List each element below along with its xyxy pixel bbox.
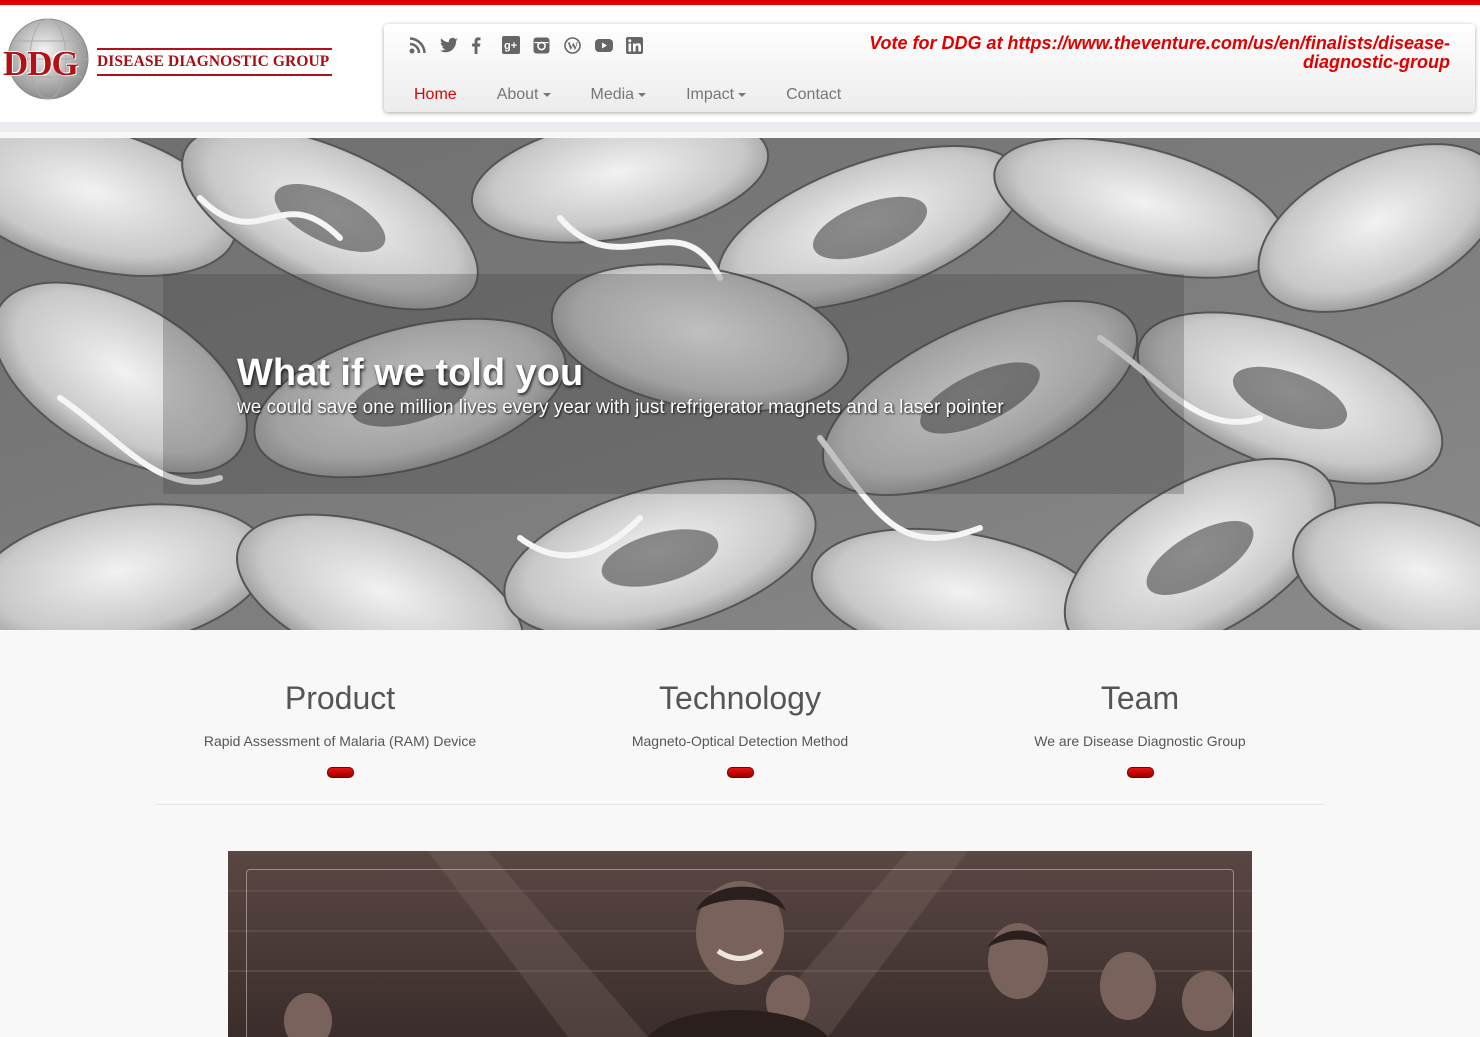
site-header: DDG DISEASE DIAGNOSTIC GROUP g+ W Vote f… — [0, 5, 1480, 123]
feature-more-button[interactable] — [326, 767, 354, 778]
feature-more-button[interactable] — [1126, 767, 1154, 778]
hero-banner: What if we told you we could save one mi… — [0, 138, 1480, 630]
menu-impact-label: Impact — [686, 86, 735, 103]
menu-about-label: About — [496, 86, 539, 103]
feature-more-button[interactable] — [726, 767, 754, 778]
logo-letters: DDG — [3, 44, 79, 83]
hero-title: What if we told you — [237, 352, 584, 394]
menu-media-label: Media — [590, 86, 635, 103]
vote-link[interactable]: Vote for DDG at https://www.theventure.c… — [830, 34, 1450, 72]
menu-contact[interactable]: Contact — [786, 86, 841, 104]
google-plus-icon[interactable]: g+ — [502, 35, 533, 55]
site-logo[interactable]: DDG DISEASE DIAGNOSTIC GROUP — [2, 17, 332, 101]
menu-media[interactable]: Media — [591, 86, 647, 104]
feature-technology: Technology Magneto-Optical Detection Met… — [540, 680, 940, 778]
facebook-icon[interactable] — [471, 35, 502, 55]
logo-rule-top — [97, 48, 332, 50]
menu-home-label: Home — [414, 86, 457, 103]
feature-description: We are Disease Diagnostic Group — [1034, 733, 1246, 749]
menu-about[interactable]: About — [497, 86, 551, 104]
logo-rule-bottom — [97, 74, 332, 76]
feature-team: Team We are Disease Diagnostic Group — [940, 680, 1340, 778]
hero-subtitle: we could save one million lives every ye… — [237, 397, 1004, 418]
team-photo — [228, 851, 1252, 1037]
logo-text: DISEASE DIAGNOSTIC GROUP — [97, 53, 330, 70]
caret-down-icon — [638, 93, 647, 97]
wordpress-icon[interactable]: W — [564, 35, 595, 55]
section-divider — [155, 804, 1325, 805]
svg-text:g+: g+ — [504, 40, 517, 52]
youtube-icon[interactable] — [595, 35, 626, 55]
header-divider — [0, 122, 1480, 132]
nav-panel: g+ W Vote for DDG at https://www.thevent… — [384, 24, 1475, 112]
caret-down-icon — [738, 93, 747, 97]
menu-home[interactable]: Home — [414, 86, 457, 104]
rss-icon[interactable] — [409, 35, 440, 55]
feature-title: Technology — [659, 680, 821, 716]
menu-impact[interactable]: Impact — [686, 86, 747, 104]
feature-description: Magneto-Optical Detection Method — [631, 733, 849, 749]
linkedin-icon[interactable] — [626, 35, 657, 55]
main-menu: Home About Media Impact Contact — [414, 86, 881, 104]
feature-description: Rapid Assessment of Malaria (RAM) Device — [203, 733, 477, 749]
svg-text:W: W — [567, 40, 578, 52]
instagram-icon[interactable] — [533, 35, 564, 55]
team-photo-frame — [246, 869, 1234, 1037]
menu-contact-label: Contact — [786, 86, 842, 103]
feature-product: Product Rapid Assessment of Malaria (RAM… — [140, 680, 540, 778]
feature-title: Product — [284, 680, 396, 716]
twitter-icon[interactable] — [440, 35, 471, 55]
social-links: g+ W — [409, 35, 657, 55]
feature-title: Team — [1100, 680, 1180, 716]
caret-down-icon — [542, 93, 551, 97]
